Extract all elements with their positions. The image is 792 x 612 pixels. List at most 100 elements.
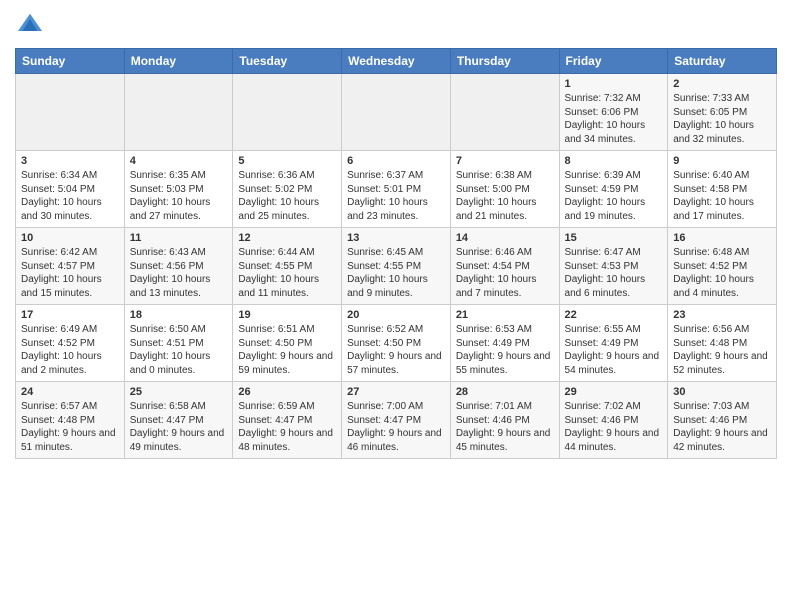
day-number: 23 (673, 309, 771, 321)
calendar-cell: 8 Sunrise: 6:39 AM Sunset: 4:59 PM Daylig… (559, 151, 668, 228)
col-header-wednesday: Wednesday (342, 49, 451, 74)
day-info: Sunrise: 6:42 AM Sunset: 4:57 PM Dayligh… (21, 246, 119, 300)
calendar-cell (124, 74, 233, 151)
calendar-cell: 23 Sunrise: 6:56 AM Sunset: 4:48 PM Dayli… (668, 305, 777, 382)
calendar-cell (233, 74, 342, 151)
calendar-cell: 18 Sunrise: 6:50 AM Sunset: 4:51 PM Dayli… (124, 305, 233, 382)
col-header-saturday: Saturday (668, 49, 777, 74)
calendar-cell: 11 Sunrise: 6:43 AM Sunset: 4:56 PM Dayli… (124, 228, 233, 305)
col-header-thursday: Thursday (450, 49, 559, 74)
header-row: SundayMondayTuesdayWednesdayThursdayFrid… (16, 49, 777, 74)
calendar-cell: 14 Sunrise: 6:46 AM Sunset: 4:54 PM Dayli… (450, 228, 559, 305)
day-number: 11 (130, 232, 228, 244)
day-info: Sunrise: 6:45 AM Sunset: 4:55 PM Dayligh… (347, 246, 445, 300)
day-number: 7 (456, 155, 554, 167)
calendar-cell: 30 Sunrise: 7:03 AM Sunset: 4:46 PM Dayli… (668, 382, 777, 459)
day-info: Sunrise: 7:33 AM Sunset: 6:05 PM Dayligh… (673, 92, 771, 146)
day-number: 3 (21, 155, 119, 167)
day-number: 25 (130, 386, 228, 398)
day-number: 22 (565, 309, 663, 321)
day-info: Sunrise: 6:48 AM Sunset: 4:52 PM Dayligh… (673, 246, 771, 300)
calendar-cell: 10 Sunrise: 6:42 AM Sunset: 4:57 PM Dayli… (16, 228, 125, 305)
day-number: 20 (347, 309, 445, 321)
day-info: Sunrise: 6:56 AM Sunset: 4:48 PM Dayligh… (673, 323, 771, 377)
day-info: Sunrise: 6:43 AM Sunset: 4:56 PM Dayligh… (130, 246, 228, 300)
day-info: Sunrise: 6:44 AM Sunset: 4:55 PM Dayligh… (238, 246, 336, 300)
calendar-cell: 6 Sunrise: 6:37 AM Sunset: 5:01 PM Daylig… (342, 151, 451, 228)
day-number: 26 (238, 386, 336, 398)
logo (15, 10, 49, 40)
calendar-cell: 15Sunrise: 6:47 AM Sunset: 4:53 PM Dayli… (559, 228, 668, 305)
day-info: Sunrise: 6:55 AM Sunset: 4:49 PM Dayligh… (565, 323, 663, 377)
day-number: 15 (565, 232, 663, 244)
day-info: Sunrise: 6:37 AM Sunset: 5:01 PM Dayligh… (347, 169, 445, 223)
day-number: 28 (456, 386, 554, 398)
calendar-cell (16, 74, 125, 151)
calendar-cell: 1Sunrise: 7:32 AM Sunset: 6:06 PM Daylig… (559, 74, 668, 151)
day-number: 27 (347, 386, 445, 398)
day-info: Sunrise: 6:39 AM Sunset: 4:59 PM Dayligh… (565, 169, 663, 223)
calendar-cell: 29 Sunrise: 7:02 AM Sunset: 4:46 PM Dayli… (559, 382, 668, 459)
col-header-sunday: Sunday (16, 49, 125, 74)
day-info: Sunrise: 6:34 AM Sunset: 5:04 PM Dayligh… (21, 169, 119, 223)
calendar-cell: 3 Sunrise: 6:34 AM Sunset: 5:04 PM Daylig… (16, 151, 125, 228)
day-number: 13 (347, 232, 445, 244)
calendar-cell: 28 Sunrise: 7:01 AM Sunset: 4:46 PM Dayli… (450, 382, 559, 459)
day-number: 8 (565, 155, 663, 167)
calendar-cell: 13 Sunrise: 6:45 AM Sunset: 4:55 PM Dayli… (342, 228, 451, 305)
day-info: Sunrise: 6:52 AM Sunset: 4:50 PM Dayligh… (347, 323, 445, 377)
calendar-cell: 21Sunrise: 6:53 AM Sunset: 4:49 PM Dayli… (450, 305, 559, 382)
day-info: Sunrise: 6:50 AM Sunset: 4:51 PM Dayligh… (130, 323, 228, 377)
day-info: Sunrise: 7:01 AM Sunset: 4:46 PM Dayligh… (456, 400, 554, 454)
calendar-cell: 25 Sunrise: 6:58 AM Sunset: 4:47 PM Dayli… (124, 382, 233, 459)
week-row-2: 3 Sunrise: 6:34 AM Sunset: 5:04 PM Daylig… (16, 151, 777, 228)
day-number: 2 (673, 78, 771, 90)
day-info: Sunrise: 6:58 AM Sunset: 4:47 PM Dayligh… (130, 400, 228, 454)
day-number: 9 (673, 155, 771, 167)
calendar-cell (342, 74, 451, 151)
day-number: 6 (347, 155, 445, 167)
page: SundayMondayTuesdayWednesdayThursdayFrid… (0, 0, 792, 474)
calendar-cell: 5 Sunrise: 6:36 AM Sunset: 5:02 PM Daylig… (233, 151, 342, 228)
col-header-monday: Monday (124, 49, 233, 74)
day-number: 17 (21, 309, 119, 321)
day-info: Sunrise: 6:36 AM Sunset: 5:02 PM Dayligh… (238, 169, 336, 223)
day-info: Sunrise: 6:46 AM Sunset: 4:54 PM Dayligh… (456, 246, 554, 300)
calendar-cell: 19 Sunrise: 6:51 AM Sunset: 4:50 PM Dayli… (233, 305, 342, 382)
calendar: SundayMondayTuesdayWednesdayThursdayFrid… (15, 48, 777, 459)
calendar-cell: 9 Sunrise: 6:40 AM Sunset: 4:58 PM Daylig… (668, 151, 777, 228)
day-number: 5 (238, 155, 336, 167)
calendar-cell: 17 Sunrise: 6:49 AM Sunset: 4:52 PM Dayli… (16, 305, 125, 382)
day-info: Sunrise: 6:35 AM Sunset: 5:03 PM Dayligh… (130, 169, 228, 223)
logo-icon (15, 10, 45, 40)
day-number: 1 (565, 78, 663, 90)
calendar-cell: 2 Sunrise: 7:33 AM Sunset: 6:05 PM Daylig… (668, 74, 777, 151)
day-number: 4 (130, 155, 228, 167)
calendar-cell: 4 Sunrise: 6:35 AM Sunset: 5:03 PM Daylig… (124, 151, 233, 228)
day-number: 30 (673, 386, 771, 398)
day-number: 19 (238, 309, 336, 321)
day-info: Sunrise: 6:49 AM Sunset: 4:52 PM Dayligh… (21, 323, 119, 377)
day-number: 21 (456, 309, 554, 321)
calendar-cell: 20 Sunrise: 6:52 AM Sunset: 4:50 PM Dayli… (342, 305, 451, 382)
day-info: Sunrise: 6:38 AM Sunset: 5:00 PM Dayligh… (456, 169, 554, 223)
day-number: 10 (21, 232, 119, 244)
day-info: Sunrise: 6:40 AM Sunset: 4:58 PM Dayligh… (673, 169, 771, 223)
day-number: 24 (21, 386, 119, 398)
calendar-cell: 26 Sunrise: 6:59 AM Sunset: 4:47 PM Dayli… (233, 382, 342, 459)
calendar-cell: 22 Sunrise: 6:55 AM Sunset: 4:49 PM Dayli… (559, 305, 668, 382)
week-row-4: 17 Sunrise: 6:49 AM Sunset: 4:52 PM Dayli… (16, 305, 777, 382)
week-row-1: 1Sunrise: 7:32 AM Sunset: 6:06 PM Daylig… (16, 74, 777, 151)
day-info: Sunrise: 7:02 AM Sunset: 4:46 PM Dayligh… (565, 400, 663, 454)
day-number: 29 (565, 386, 663, 398)
week-row-5: 24Sunrise: 6:57 AM Sunset: 4:48 PM Dayli… (16, 382, 777, 459)
day-info: Sunrise: 6:59 AM Sunset: 4:47 PM Dayligh… (238, 400, 336, 454)
calendar-cell: 27Sunrise: 7:00 AM Sunset: 4:47 PM Dayli… (342, 382, 451, 459)
day-info: Sunrise: 7:03 AM Sunset: 4:46 PM Dayligh… (673, 400, 771, 454)
day-number: 18 (130, 309, 228, 321)
calendar-cell: 7 Sunrise: 6:38 AM Sunset: 5:00 PM Daylig… (450, 151, 559, 228)
header (15, 10, 777, 40)
day-number: 12 (238, 232, 336, 244)
day-number: 14 (456, 232, 554, 244)
day-info: Sunrise: 6:51 AM Sunset: 4:50 PM Dayligh… (238, 323, 336, 377)
